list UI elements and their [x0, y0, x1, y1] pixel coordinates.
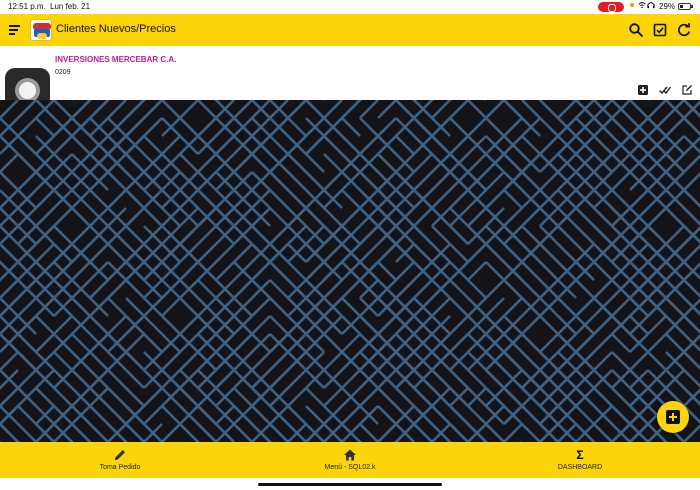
nav-toma-pedido[interactable]: Toma Pedido [70, 442, 170, 478]
refresh-icon[interactable] [676, 22, 692, 38]
headphones-icon [647, 1, 655, 11]
pencil-icon [113, 448, 127, 462]
search-icon[interactable] [628, 22, 644, 38]
sigma-icon: Σ [576, 448, 584, 462]
nav-label-dashboard: DASHBOARD [557, 464, 603, 471]
client-name: INVERSIONES MERCEBAR C.A. [55, 55, 177, 64]
menu-icon[interactable] [9, 25, 21, 35]
client-card[interactable]: INVERSIONES MERCEBAR C.A. 0209 [0, 46, 700, 100]
battery-icon [678, 3, 693, 10]
maze-pattern [0, 100, 700, 442]
status-bar: 12:51 p.m. Lun feb. 21 29% [0, 0, 700, 14]
nav-label-menu: Menú - SQL02.k [324, 464, 376, 471]
app-bar: Clientes Nuevos/Precios [0, 14, 700, 46]
nav-label-toma-pedido: Toma Pedido [99, 464, 141, 471]
home-indicator[interactable] [258, 483, 442, 486]
app-logo [30, 19, 52, 41]
status-date: Lun feb. 21 [50, 2, 91, 11]
home-indicator-area [0, 478, 700, 490]
edit-icon[interactable] [681, 83, 693, 95]
add-fab-button[interactable] [657, 401, 689, 433]
nav-menu[interactable]: Menú - SQL02.k [290, 442, 410, 478]
add-box-icon[interactable] [637, 83, 649, 95]
screen-recording-icon [598, 2, 624, 12]
client-code: 0209 [55, 69, 71, 76]
add-box-icon [666, 410, 680, 424]
recording-dot-icon [630, 3, 634, 7]
done-all-icon[interactable] [659, 83, 672, 95]
battery-percentage: 29% [659, 2, 676, 11]
nav-dashboard[interactable]: Σ DASHBOARD [530, 442, 630, 478]
page-title: Clientes Nuevos/Precios [56, 23, 176, 35]
content-background-pattern [0, 100, 700, 442]
check-box-icon[interactable] [652, 22, 668, 38]
home-icon [343, 448, 357, 462]
wifi-icon [638, 1, 646, 11]
bottom-navigation: Toma Pedido Menú - SQL02.k Σ DASHBOARD [0, 442, 700, 478]
status-time: 12:51 p.m. [8, 2, 46, 11]
